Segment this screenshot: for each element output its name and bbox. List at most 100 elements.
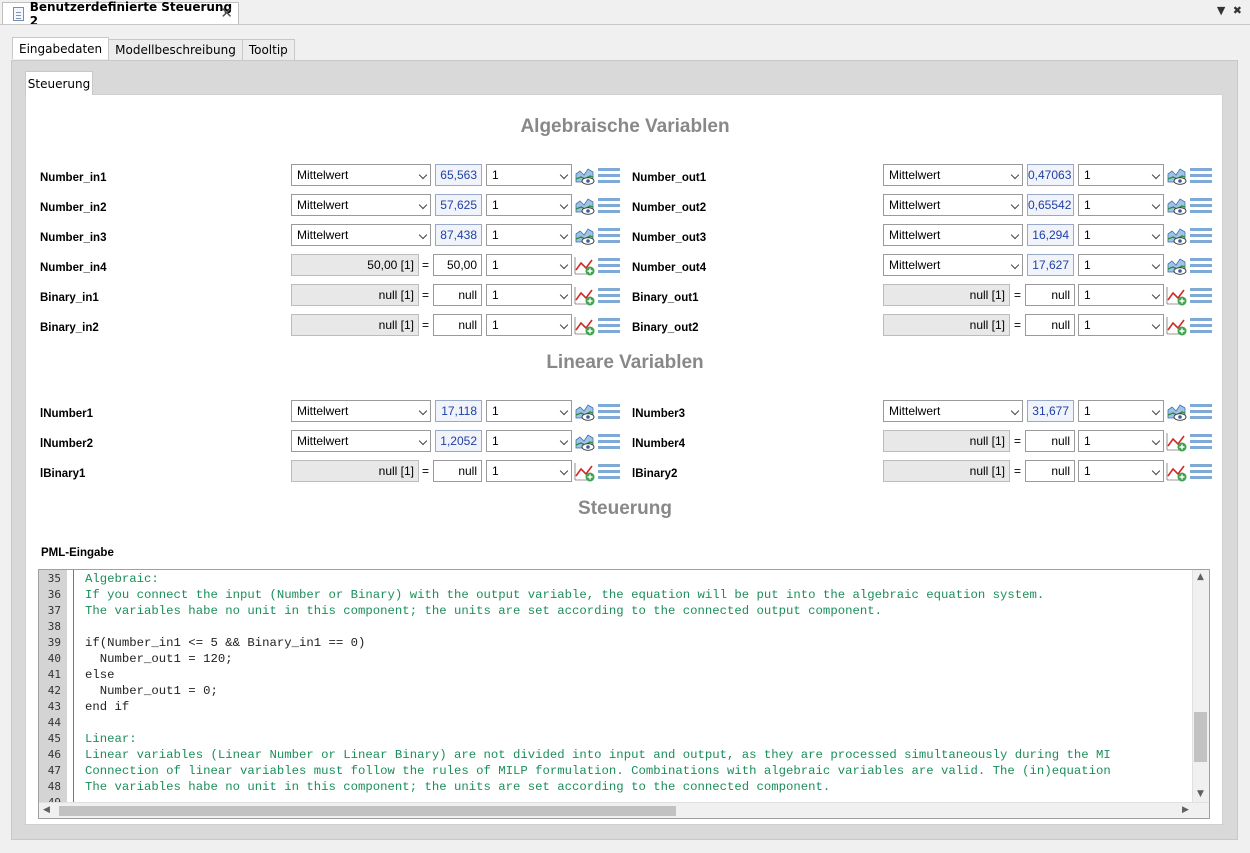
- mode-select-lnumber2[interactable]: Mittelwert: [291, 430, 431, 452]
- chart-eye-icon[interactable]: [1166, 225, 1188, 247]
- chart-eye-icon[interactable]: [1166, 255, 1188, 277]
- list-icon[interactable]: [598, 462, 620, 482]
- list-icon[interactable]: [598, 166, 620, 186]
- factor-select-lnumber4[interactable]: 1: [1078, 430, 1164, 452]
- window-menu-icon[interactable]: ▼ ✖: [1217, 4, 1244, 17]
- variable-label-number-in1: Number_in1: [40, 172, 107, 184]
- factor-select-lnumber2[interactable]: 1: [486, 430, 572, 452]
- value-input-binary-in1[interactable]: null: [433, 284, 482, 306]
- factor-select-number-out3[interactable]: 1: [1078, 224, 1164, 246]
- pml-editor[interactable]: 353637383940414243444546474849 Algebraic…: [38, 569, 1210, 819]
- chart-add-icon[interactable]: [1166, 285, 1188, 307]
- factor-select-number-out4[interactable]: 1: [1078, 254, 1164, 276]
- chevron-down-icon: [1151, 200, 1161, 210]
- scroll-left-icon[interactable]: ◀: [43, 805, 50, 815]
- factor-select-lnumber1[interactable]: 1: [486, 400, 572, 422]
- factor-select-binary-out2[interactable]: 1: [1078, 314, 1164, 336]
- chart-add-icon[interactable]: [574, 285, 596, 307]
- value-input-lbinary1[interactable]: null: [433, 460, 482, 482]
- line-number: 39: [47, 636, 61, 649]
- horizontal-scrollbar[interactable]: ◀ ▶: [39, 802, 1209, 818]
- list-icon[interactable]: [1190, 402, 1212, 422]
- scroll-right-icon[interactable]: ▶: [1182, 805, 1189, 815]
- value-input-binary-out1[interactable]: null: [1025, 284, 1075, 306]
- mode-select-value: Mittelwert: [889, 168, 941, 182]
- factor-select-lbinary1[interactable]: 1: [486, 460, 572, 482]
- list-icon[interactable]: [1190, 256, 1212, 276]
- mode-select-number-out1[interactable]: Mittelwert: [883, 164, 1023, 186]
- mode-select-number-in1[interactable]: Mittelwert: [291, 164, 431, 186]
- list-icon[interactable]: [1190, 286, 1212, 306]
- list-icon[interactable]: [1190, 462, 1212, 482]
- list-icon[interactable]: [598, 226, 620, 246]
- value-input-lbinary2[interactable]: null: [1025, 460, 1075, 482]
- chart-eye-icon[interactable]: [1166, 195, 1188, 217]
- value-input-lnumber4[interactable]: null: [1025, 430, 1075, 452]
- list-icon[interactable]: [598, 402, 620, 422]
- chevron-down-icon: [418, 170, 428, 180]
- value-input-number-in4[interactable]: 50,00: [433, 254, 482, 276]
- list-icon[interactable]: [598, 256, 620, 276]
- factor-select-binary-in1[interactable]: 1: [486, 284, 572, 306]
- value-input-binary-in2[interactable]: null: [433, 314, 482, 336]
- value-display-lbinary2: null [1]: [883, 460, 1010, 482]
- chart-add-icon[interactable]: [1166, 431, 1188, 453]
- mode-select-number-out4[interactable]: Mittelwert: [883, 254, 1023, 276]
- factor-select-number-in3[interactable]: 1: [486, 224, 572, 246]
- list-icon[interactable]: [598, 316, 620, 336]
- list-icon[interactable]: [1190, 166, 1212, 186]
- tab-tooltip[interactable]: Tooltip: [241, 39, 295, 60]
- factor-select-lbinary2[interactable]: 1: [1078, 460, 1164, 482]
- list-icon[interactable]: [1190, 196, 1212, 216]
- horizontal-scroll-thumb[interactable]: [59, 806, 676, 816]
- tab-steuerung[interactable]: Steuerung: [25, 71, 93, 95]
- chart-add-icon[interactable]: [1166, 315, 1188, 337]
- chart-add-icon[interactable]: [574, 255, 596, 277]
- factor-select-number-in4[interactable]: 1: [486, 254, 572, 276]
- factor-select-number-in1[interactable]: 1: [486, 164, 572, 186]
- chart-eye-icon[interactable]: [1166, 165, 1188, 187]
- list-icon[interactable]: [1190, 316, 1212, 336]
- vertical-scrollbar[interactable]: ▲ ▼: [1192, 570, 1209, 804]
- variable-label-lbinary2: lBinary2: [632, 468, 678, 480]
- factor-select-number-out1[interactable]: 1: [1078, 164, 1164, 186]
- list-icon[interactable]: [598, 286, 620, 306]
- factor-select-binary-out1[interactable]: 1: [1078, 284, 1164, 306]
- list-icon[interactable]: [598, 196, 620, 216]
- tab-modellbeschreibung[interactable]: Modellbeschreibung: [108, 39, 243, 60]
- chart-eye-icon[interactable]: [1166, 401, 1188, 423]
- mode-select-lnumber1[interactable]: Mittelwert: [291, 400, 431, 422]
- chart-eye-icon[interactable]: [574, 401, 596, 423]
- scroll-up-icon[interactable]: ▲: [1197, 572, 1204, 582]
- chart-eye-icon[interactable]: [574, 225, 596, 247]
- factor-select-number-out2[interactable]: 1: [1078, 194, 1164, 216]
- chart-eye-icon[interactable]: [574, 431, 596, 453]
- factor-select-number-in2[interactable]: 1: [486, 194, 572, 216]
- mode-select-number-out3[interactable]: Mittelwert: [883, 224, 1023, 246]
- equals-sign: =: [1014, 318, 1022, 332]
- mode-select-value: Mittelwert: [889, 258, 941, 272]
- variable-label-number-in3: Number_in3: [40, 232, 107, 244]
- mode-select-number-in3[interactable]: Mittelwert: [291, 224, 431, 246]
- factor-select-binary-in2[interactable]: 1: [486, 314, 572, 336]
- chart-add-icon[interactable]: [574, 315, 596, 337]
- close-icon[interactable]: ✕: [220, 4, 233, 22]
- value-input-binary-out2[interactable]: null: [1025, 314, 1075, 336]
- chart-add-icon[interactable]: [1166, 461, 1188, 483]
- vertical-scroll-thumb[interactable]: [1194, 712, 1207, 762]
- mode-select-lnumber3[interactable]: Mittelwert: [883, 400, 1023, 422]
- chart-eye-icon[interactable]: [574, 165, 596, 187]
- mode-select-number-in2[interactable]: Mittelwert: [291, 194, 431, 216]
- list-icon[interactable]: [1190, 432, 1212, 452]
- scroll-down-icon[interactable]: ▼: [1197, 789, 1204, 799]
- chart-eye-icon[interactable]: [574, 195, 596, 217]
- chart-add-icon[interactable]: [574, 461, 596, 483]
- list-icon[interactable]: [598, 432, 620, 452]
- mode-select-number-out2[interactable]: Mittelwert: [883, 194, 1023, 216]
- document-tab[interactable]: Benutzerdefinierte Steuerung 2 ✕: [2, 0, 239, 28]
- factor-select-value: 1: [492, 228, 499, 242]
- factor-select-lnumber3[interactable]: 1: [1078, 400, 1164, 422]
- value-display-number-in3: 87,438: [435, 224, 482, 246]
- list-icon[interactable]: [1190, 226, 1212, 246]
- tab-eingabedaten[interactable]: Eingabedaten: [12, 37, 110, 59]
